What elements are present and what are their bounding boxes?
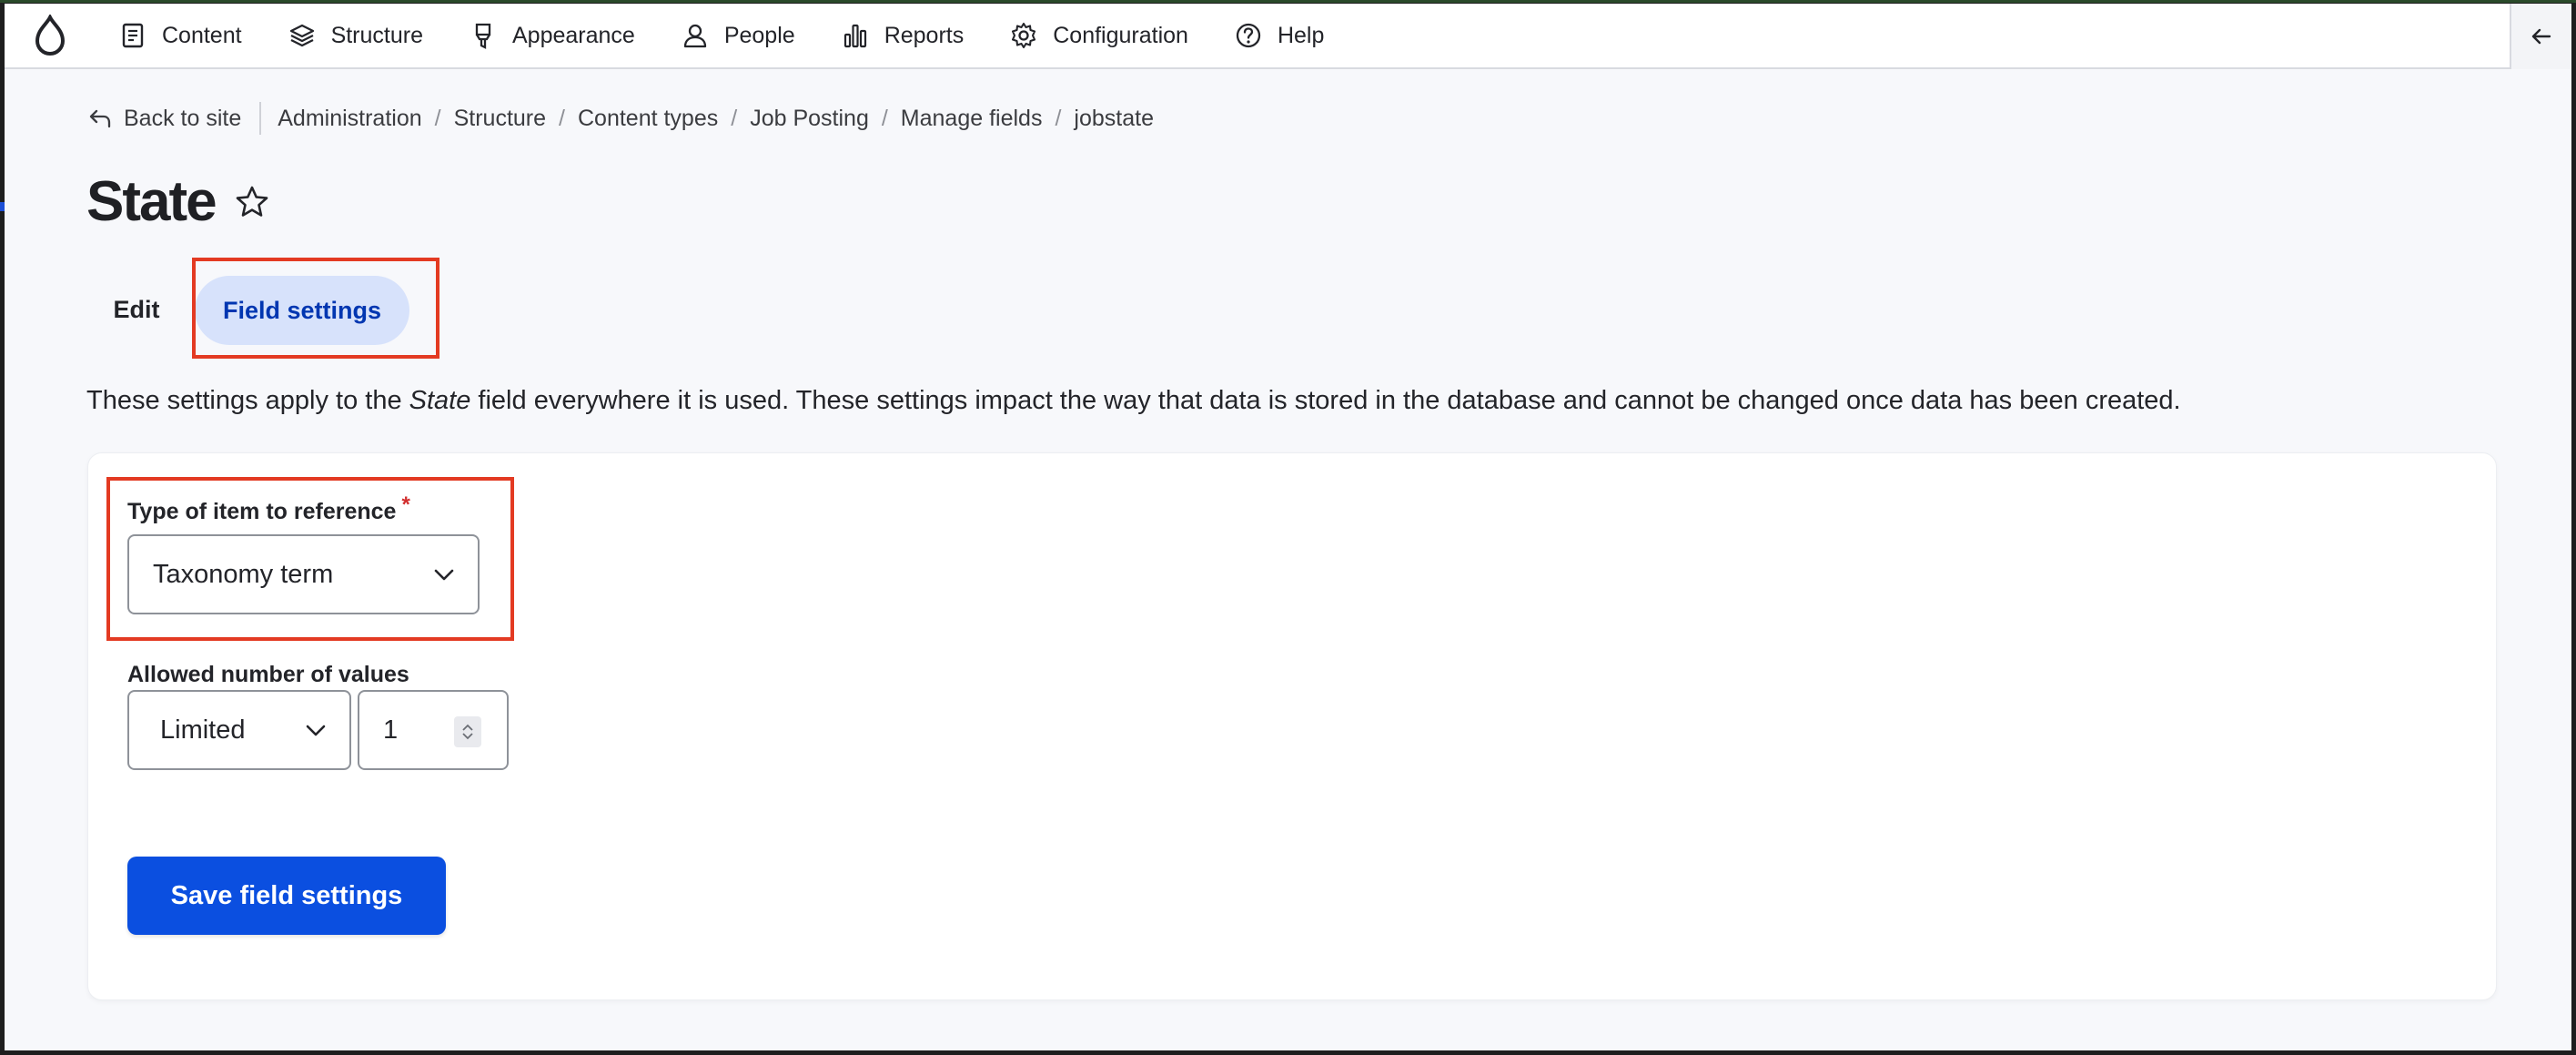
breadcrumb-job-posting[interactable]: Job Posting xyxy=(750,106,869,132)
breadcrumb-structure[interactable]: Structure xyxy=(454,106,546,132)
toolbar-item-configuration[interactable]: Configuration xyxy=(986,3,1211,68)
cardinality-value: Limited xyxy=(160,715,246,745)
breadcrumb-separator: / xyxy=(1055,105,1062,131)
star-icon[interactable] xyxy=(234,184,270,220)
window-top-accent xyxy=(0,0,2576,3)
page-title-text: State xyxy=(86,170,217,233)
question-icon xyxy=(1236,23,1261,48)
toolbar-item-reports[interactable]: Reports xyxy=(818,3,987,68)
admin-toolbar: Content Structure Appearance People Repo… xyxy=(5,4,2571,69)
gear-icon xyxy=(1012,22,1036,49)
save-field-settings-button[interactable]: Save field settings xyxy=(127,857,446,935)
toolbar-item-label: People xyxy=(723,22,795,48)
drupal-logo-icon[interactable] xyxy=(5,3,96,68)
back-to-site-label: Back to site xyxy=(124,105,242,131)
field-description: These settings apply to the State field … xyxy=(86,386,2181,416)
breadcrumb-manage-fields[interactable]: Manage fields xyxy=(901,106,1043,132)
description-before: These settings apply to the xyxy=(86,386,409,415)
back-to-site-link[interactable]: Back to site xyxy=(87,102,262,135)
toolbar-item-label: Reports xyxy=(884,22,965,48)
back-arrow-icon xyxy=(89,109,111,128)
toolbar-item-label: Help xyxy=(1277,22,1325,48)
allowed-number-label: Allowed number of values xyxy=(127,662,409,687)
cardinality-number-input[interactable]: 1 xyxy=(358,690,509,770)
cardinality-number-value: 1 xyxy=(383,715,399,745)
layers-icon xyxy=(289,24,314,47)
breadcrumb-jobstate[interactable]: jobstate xyxy=(1074,106,1154,132)
brush-icon xyxy=(475,23,491,49)
toolbar-item-label: Content xyxy=(162,22,242,48)
breadcrumb-content-types[interactable]: Content types xyxy=(578,106,718,132)
highlight-box-tabs xyxy=(192,258,439,359)
breadcrumb: Back to site Administration / Structure … xyxy=(87,102,1154,135)
toolbar-item-people[interactable]: People xyxy=(658,3,818,68)
toolbar-item-structure[interactable]: Structure xyxy=(265,3,446,68)
document-icon xyxy=(122,23,144,48)
breadcrumb-separator: / xyxy=(559,105,565,131)
tab-edit[interactable]: Edit xyxy=(91,280,182,339)
spinner-up-icon xyxy=(462,724,473,731)
breadcrumb-separator: / xyxy=(881,105,888,131)
toolbar-item-content[interactable]: Content xyxy=(96,3,265,68)
toolbar-item-label: Structure xyxy=(330,22,423,48)
breadcrumb-separator: / xyxy=(731,105,738,131)
breadcrumb-administration[interactable]: Administration xyxy=(278,106,421,132)
toolbar-item-appearance[interactable]: Appearance xyxy=(446,3,658,68)
cardinality-select[interactable]: Limited xyxy=(127,690,351,770)
toolbar-item-help[interactable]: Help xyxy=(1211,3,1347,68)
arrow-left-icon xyxy=(2531,28,2551,45)
person-icon xyxy=(683,24,706,48)
collapse-toolbar-button[interactable] xyxy=(2510,4,2571,69)
toolbar-item-label: Appearance xyxy=(512,22,635,48)
description-after: field everywhere it is used. These setti… xyxy=(470,386,2181,415)
number-spinner[interactable] xyxy=(454,716,481,747)
description-field-name: State xyxy=(409,386,471,415)
breadcrumb-separator: / xyxy=(434,105,441,131)
chevron-down-icon xyxy=(306,725,326,736)
bar-chart-icon xyxy=(844,24,866,48)
page-title: State xyxy=(86,169,270,234)
window-edge-mark xyxy=(0,202,5,211)
toolbar-item-label: Configuration xyxy=(1053,22,1188,48)
spinner-down-icon xyxy=(462,733,473,740)
highlight-box-type-of-item xyxy=(106,477,514,641)
